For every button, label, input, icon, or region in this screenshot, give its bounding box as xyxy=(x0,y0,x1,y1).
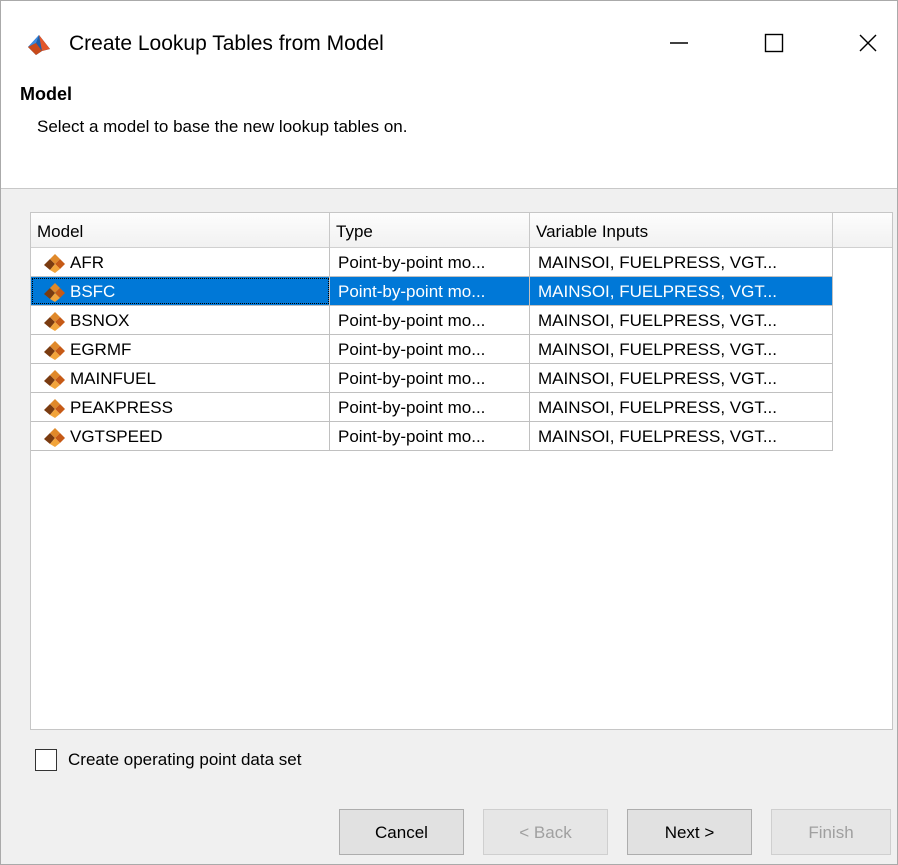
model-name: EGRMF xyxy=(70,340,132,359)
model-icon xyxy=(44,399,65,418)
table-row[interactable]: VGTSPEED Point-by-point mo... MAINSOI, FUE… xyxy=(31,422,833,451)
table-row[interactable]: BSNOX Point-by-point mo... MAINSOI, FUELPR… xyxy=(31,306,833,335)
cell-type[interactable]: Point-by-point mo... xyxy=(330,277,530,305)
cell-model[interactable]: PEAKPRESS xyxy=(31,393,330,421)
cell-model[interactable]: VGTSPEED xyxy=(31,422,330,450)
operating-point-checkbox[interactable] xyxy=(35,749,57,771)
model-icon xyxy=(44,370,65,389)
table-row[interactable]: EGRMF Point-by-point mo... MAINSOI, FUELPR… xyxy=(31,335,833,364)
cell-type[interactable]: Point-by-point mo... xyxy=(330,306,530,334)
finish-button[interactable]: Finish xyxy=(771,809,891,855)
cell-variable-inputs[interactable]: MAINSOI, FUELPRESS, VGT... xyxy=(530,306,833,334)
cell-variable-inputs[interactable]: MAINSOI, FUELPRESS, VGT... xyxy=(530,335,833,363)
model-name: AFR xyxy=(70,253,104,272)
back-button[interactable]: < Back xyxy=(483,809,608,855)
cell-type[interactable]: Point-by-point mo... xyxy=(330,364,530,392)
cell-model[interactable]: EGRMF xyxy=(31,335,330,363)
table-header: Model Type Variable Inputs xyxy=(31,213,892,248)
matlab-icon xyxy=(28,35,50,55)
column-header-model[interactable]: Model xyxy=(31,213,330,248)
minimize-button[interactable] xyxy=(656,23,702,63)
section-description: Select a model to base the new lookup ta… xyxy=(37,117,408,136)
model-table[interactable]: Model Type Variable Inputs AFR Point-by-p… xyxy=(30,212,893,730)
model-icon xyxy=(44,254,65,273)
cancel-button[interactable]: Cancel xyxy=(339,809,464,855)
close-icon xyxy=(859,34,877,52)
wizard-header: Model Select a model to base the new loo… xyxy=(1,79,897,189)
model-name: BSFC xyxy=(70,282,116,301)
column-header-type[interactable]: Type xyxy=(330,213,530,248)
cell-type[interactable]: Point-by-point mo... xyxy=(330,248,530,276)
cell-variable-inputs[interactable]: MAINSOI, FUELPRESS, VGT... xyxy=(530,364,833,392)
model-icon xyxy=(44,312,65,331)
section-title: Model xyxy=(20,84,72,104)
maximize-button[interactable] xyxy=(751,23,797,63)
table-body: AFR Point-by-point mo... MAINSOI, FUELPRES… xyxy=(31,248,833,451)
model-name: BSNOX xyxy=(70,311,130,330)
table-row[interactable]: BSFC Point-by-point mo... MAINSOI, FUELPRE… xyxy=(31,277,833,306)
minimize-icon xyxy=(670,42,688,44)
model-icon xyxy=(44,341,65,360)
cell-variable-inputs[interactable]: MAINSOI, FUELPRESS, VGT... xyxy=(530,277,833,305)
table-row[interactable]: PEAKPRESS Point-by-point mo... MAINSOI, FU… xyxy=(31,393,833,422)
cell-model[interactable]: MAINFUEL xyxy=(31,364,330,392)
table-row[interactable]: MAINFUEL Point-by-point mo... MAINSOI, FUE… xyxy=(31,364,833,393)
title-bar[interactable]: Create Lookup Tables from Model xyxy=(1,1,897,79)
close-button[interactable] xyxy=(845,23,891,63)
model-name: PEAKPRESS xyxy=(70,398,173,417)
model-icon xyxy=(44,283,65,302)
model-name: VGTSPEED xyxy=(70,427,163,446)
maximize-icon xyxy=(764,33,784,53)
model-name: MAINFUEL xyxy=(70,369,156,388)
cell-variable-inputs[interactable]: MAINSOI, FUELPRESS, VGT... xyxy=(530,393,833,421)
cell-type[interactable]: Point-by-point mo... xyxy=(330,335,530,363)
cell-variable-inputs[interactable]: MAINSOI, FUELPRESS, VGT... xyxy=(530,248,833,276)
cell-model[interactable]: BSFC xyxy=(31,277,330,305)
cell-type[interactable]: Point-by-point mo... xyxy=(330,393,530,421)
column-header-filler xyxy=(833,213,892,248)
cell-variable-inputs[interactable]: MAINSOI, FUELPRESS, VGT... xyxy=(530,422,833,450)
cell-type[interactable]: Point-by-point mo... xyxy=(330,422,530,450)
table-row[interactable]: AFR Point-by-point mo... MAINSOI, FUELPRES… xyxy=(31,248,833,277)
next-button[interactable]: Next > xyxy=(627,809,752,855)
operating-point-label[interactable]: Create operating point data set xyxy=(68,750,301,770)
cell-model[interactable]: AFR xyxy=(31,248,330,276)
cell-model[interactable]: BSNOX xyxy=(31,306,330,334)
window-title: Create Lookup Tables from Model xyxy=(69,32,384,55)
column-header-variable-inputs[interactable]: Variable Inputs xyxy=(530,213,833,248)
dialog-window: Create Lookup Tables from Model Model Se… xyxy=(0,0,898,865)
model-icon xyxy=(44,428,65,447)
